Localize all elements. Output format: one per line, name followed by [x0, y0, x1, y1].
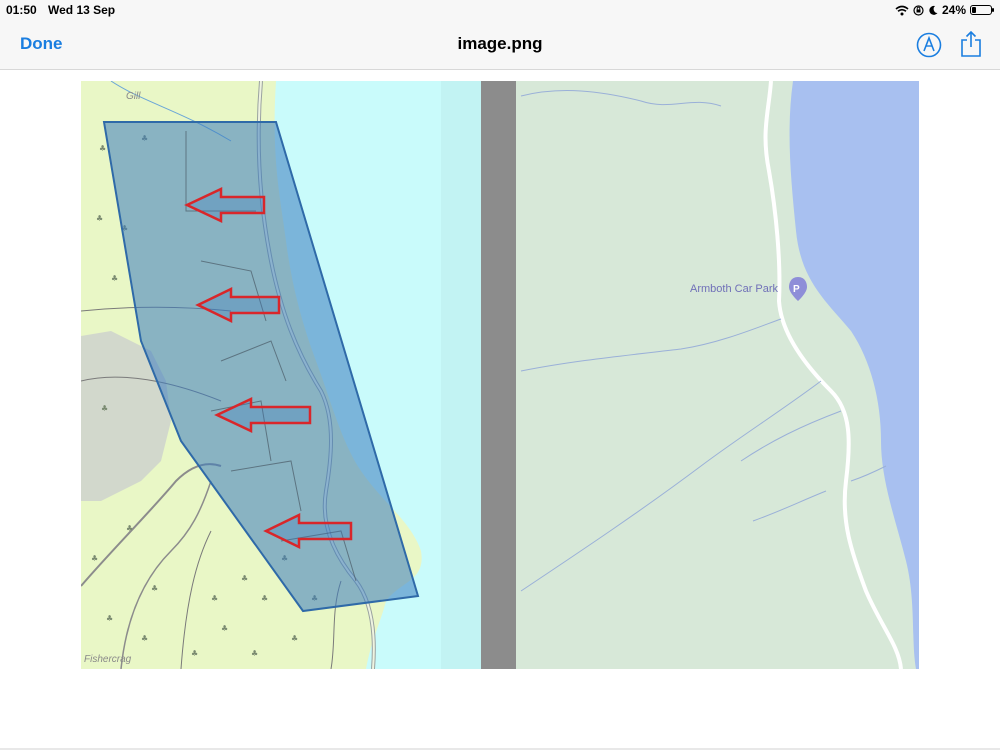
svg-text:♣: ♣	[251, 649, 258, 658]
status-right: 24%	[895, 3, 994, 17]
svg-text:♣: ♣	[141, 634, 148, 643]
share-icon[interactable]	[959, 30, 983, 58]
svg-text:♣: ♣	[221, 624, 228, 633]
left-map: Gill Fishercrag ♣♣♣ ♣♣♣ ♣♣♣ ♣♣♣ ♣♣♣ ♣♣♣ …	[81, 81, 481, 669]
svg-text:♣: ♣	[91, 554, 98, 563]
status-time: 01:50	[6, 3, 37, 17]
svg-text:♣: ♣	[211, 594, 218, 603]
svg-text:♣: ♣	[99, 144, 106, 153]
right-map: Armboth Car Park P	[516, 81, 919, 669]
map-divider	[481, 81, 516, 669]
nav-title: image.png	[457, 34, 543, 53]
nav-bar: Done image.png	[0, 20, 1000, 70]
battery-icon	[970, 5, 994, 15]
status-date: Wed 13 Sep	[48, 3, 116, 17]
svg-text:♣: ♣	[111, 274, 118, 283]
svg-text:♣: ♣	[96, 214, 103, 223]
image-viewer: Gill Fishercrag ♣♣♣ ♣♣♣ ♣♣♣ ♣♣♣ ♣♣♣ ♣♣♣ …	[0, 70, 1000, 750]
label-fishercrag: Fishercrag	[84, 654, 132, 665]
status-bar: 01:50 Wed 13 Sep 24%	[0, 0, 1000, 20]
svg-text:♣: ♣	[191, 649, 198, 658]
battery-fill	[972, 7, 976, 13]
svg-text:♣: ♣	[241, 574, 248, 583]
location-lock-icon	[913, 4, 924, 16]
svg-text:♣: ♣	[126, 524, 133, 533]
svg-text:♣: ♣	[151, 584, 158, 593]
svg-text:♣: ♣	[291, 634, 298, 643]
label-car-park: Armboth Car Park	[690, 283, 779, 295]
wifi-icon	[895, 5, 909, 15]
moon-icon	[929, 5, 938, 15]
left-water-shade	[441, 81, 481, 669]
svg-text:♣: ♣	[101, 404, 108, 413]
svg-text:♣: ♣	[106, 614, 113, 623]
markup-pen-icon[interactable]	[916, 32, 942, 58]
label-gill: Gill	[126, 91, 141, 102]
battery-percent: 24%	[941, 3, 966, 17]
svg-text:♣: ♣	[261, 594, 268, 603]
svg-text:P: P	[793, 284, 800, 295]
map-comparison-image: Gill Fishercrag ♣♣♣ ♣♣♣ ♣♣♣ ♣♣♣ ♣♣♣ ♣♣♣ …	[81, 81, 919, 669]
